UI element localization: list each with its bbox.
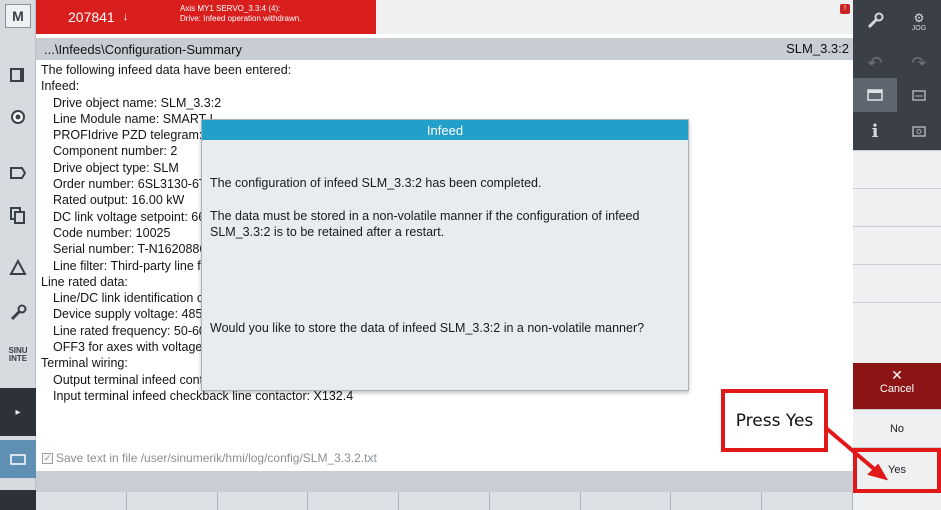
- hsoftkey-7[interactable]: [580, 492, 672, 510]
- warning-icon: !: [840, 4, 850, 14]
- horizontal-softkeys: [36, 492, 854, 510]
- tool-icon[interactable]: [3, 158, 33, 188]
- arrow-right-icon[interactable]: ▸: [0, 388, 36, 436]
- undo-icon[interactable]: ↶: [853, 44, 897, 82]
- machine-icon[interactable]: [3, 60, 33, 90]
- save-text-label: Save text in file /user/sinumerik/hmi/lo…: [56, 451, 377, 465]
- infeed-dialog: Infeed The configuration of infeed SLM_3…: [201, 119, 689, 391]
- alarm-number[interactable]: 207841 ↓: [36, 0, 146, 34]
- camera-icon[interactable]: [897, 112, 941, 150]
- press-yes-callout: Press Yes: [721, 389, 828, 452]
- wrench-icon[interactable]: [853, 2, 897, 40]
- hsoftkey-6[interactable]: [489, 492, 581, 510]
- summary-line: Infeed:: [41, 79, 80, 94]
- vsoftkey-4[interactable]: [853, 264, 941, 300]
- keyboard-icon[interactable]: [897, 78, 941, 112]
- dialog-question: Would you like to store the data of infe…: [210, 321, 645, 335]
- alarm-line-2: Drive: Infeed operation withdrawn.: [180, 14, 302, 23]
- summary-line: Drive object name: SLM_3.3:2: [53, 95, 222, 110]
- hsoftkey-9[interactable]: [762, 492, 854, 510]
- summary-line: The following infeed data have been ente…: [41, 63, 292, 77]
- status-strip: [376, 0, 853, 34]
- jog-label: JOG: [911, 24, 927, 32]
- jog-icon[interactable]: ⚙ JOG: [897, 2, 941, 40]
- object-name: SLM_3.3:2: [786, 41, 849, 56]
- hsoftkey-5[interactable]: [399, 492, 490, 510]
- alarm-message[interactable]: Axis MY1 SERVO_3.3:4 (4): Drive: Infeed …: [146, 0, 376, 34]
- screen-bottom-icon[interactable]: [0, 490, 36, 510]
- vsoftkey-3[interactable]: [853, 226, 941, 262]
- copy-icon[interactable]: [3, 200, 33, 230]
- vsoftkey-1[interactable]: [853, 150, 941, 186]
- breadcrumb-path: ...\Infeeds\Configuration-Summary: [44, 41, 242, 57]
- alarm-number-text: 207841: [68, 9, 115, 25]
- bottom-bar: [36, 471, 853, 492]
- wrench-icon[interactable]: [3, 298, 33, 328]
- alarm-line-1: Axis MY1 SERVO_3.3:4 (4):: [180, 4, 281, 13]
- save-checkbox[interactable]: ✓: [42, 452, 53, 464]
- hsoftkey-4[interactable]: [308, 492, 400, 510]
- hsoftkey-8[interactable]: [671, 492, 763, 510]
- program-icon[interactable]: [3, 102, 33, 132]
- no-button[interactable]: No: [853, 409, 941, 447]
- save-text-option[interactable]: ✓ Save text in file /user/sinumerik/hmi/…: [42, 451, 377, 465]
- cancel-label: Cancel: [879, 383, 915, 395]
- dialog-message-completed: The configuration of infeed SLM_3.3:2 ha…: [210, 176, 542, 190]
- window-icon[interactable]: [853, 78, 897, 112]
- measure-icon[interactable]: [3, 252, 33, 282]
- hsoftkey-1[interactable]: [36, 492, 127, 510]
- info-icon[interactable]: i: [853, 112, 897, 150]
- breadcrumb: ...\Infeeds\Configuration-Summary SLM_3.…: [36, 38, 853, 60]
- vsoftkey-2[interactable]: [853, 188, 941, 224]
- callout-text: Press Yes: [735, 410, 814, 431]
- dialog-title: Infeed: [202, 120, 688, 140]
- screen-icon[interactable]: [0, 440, 36, 478]
- hsoftkey-3[interactable]: [217, 492, 309, 510]
- dialog-message-store: The data must be stored in a non-volatil…: [210, 209, 640, 239]
- sinumerik-integrate-icon[interactable]: SINU INTE: [3, 340, 33, 370]
- left-toolbar: M SINU INTE ▸: [0, 0, 36, 510]
- redo-icon[interactable]: ↷: [897, 44, 941, 82]
- alarm-flag-icon: ↓: [122, 11, 129, 23]
- menu-logo-icon[interactable]: M: [5, 4, 31, 28]
- hsoftkey-2[interactable]: [126, 492, 218, 510]
- vsoftkey-5[interactable]: [853, 302, 941, 338]
- cancel-button[interactable]: ✕ Cancel: [853, 363, 941, 409]
- no-label: No: [889, 422, 905, 435]
- yes-highlight-frame: [853, 448, 941, 493]
- right-top-panel: ⚙ JOG ↶ ↷ i: [853, 0, 941, 150]
- close-icon: ✕: [891, 367, 903, 383]
